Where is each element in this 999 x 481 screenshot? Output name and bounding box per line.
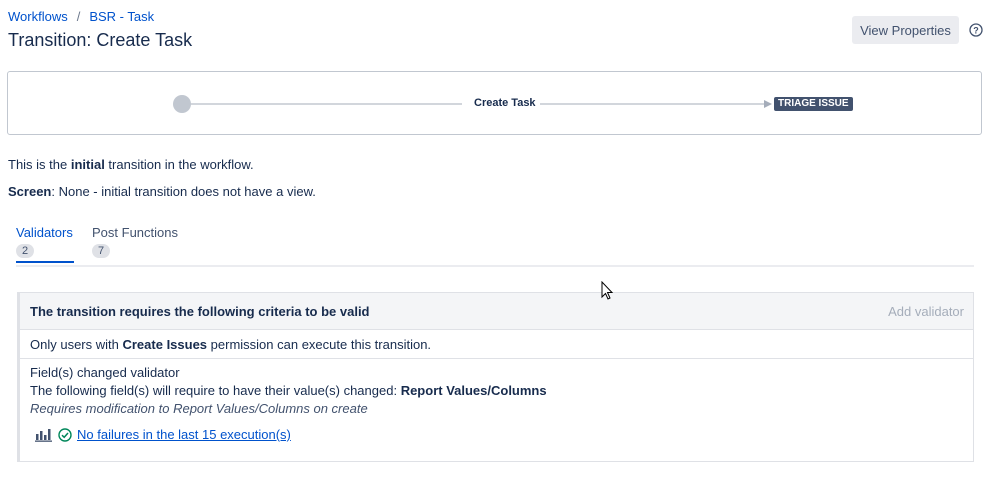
execution-status-link[interactable]: No failures in the last 15 execution(s) <box>77 427 291 442</box>
tab-validators-count: 2 <box>16 244 35 258</box>
tab-validators[interactable]: Validators 2 <box>16 225 74 263</box>
transition-arrow-head <box>764 100 772 108</box>
validator-row-field-changed: Field(s) changed validator The following… <box>20 359 973 461</box>
validator-note: Requires modification to Report Values/C… <box>30 401 368 416</box>
bar-chart-icon[interactable] <box>35 428 53 442</box>
initial-keyword: initial <box>70 157 105 172</box>
add-validator-button[interactable]: Add validator <box>888 304 964 319</box>
validators-panel-header: The transition requires the following cr… <box>20 293 973 330</box>
validators-panel: The transition requires the following cr… <box>17 292 974 462</box>
screen-info: Screen: None - initial transition does n… <box>8 184 316 199</box>
breadcrumb: Workflows / BSR - Task <box>8 9 154 24</box>
active-tab-indicator <box>16 261 74 263</box>
cursor-icon <box>601 281 614 300</box>
transition-tabs: Validators 2 Post Functions 7 <box>16 225 974 267</box>
initial-node <box>173 95 191 113</box>
validator-row-permission: Only users with Create Issues permission… <box>20 330 973 359</box>
tab-post-functions-label: Post Functions <box>92 225 178 240</box>
transition-diagram: Create Task TRIAGE ISSUE <box>7 71 982 135</box>
target-status-lozenge: TRIAGE ISSUE <box>774 97 853 111</box>
tab-post-functions[interactable]: Post Functions 7 <box>92 225 178 258</box>
permission-validator-text: Only users with Create Issues permission… <box>30 337 432 352</box>
initial-transition-info: This is the initial transition in the wo… <box>8 157 254 172</box>
execution-stats: No failures in the last 15 execution(s) <box>35 427 291 442</box>
validator-description: The following field(s) will require to h… <box>30 383 547 398</box>
screen-label: Screen <box>8 184 52 199</box>
transition-label: Create Task <box>474 97 536 109</box>
breadcrumb-separator: / <box>76 9 81 24</box>
validators-panel-heading: The transition requires the following cr… <box>30 304 370 319</box>
tab-post-functions-count: 7 <box>92 244 111 258</box>
svg-text:?: ? <box>973 26 979 36</box>
page-title: Transition: Create Task <box>8 30 193 50</box>
breadcrumb-workflow-link[interactable]: BSR - Task <box>89 9 154 24</box>
check-circle-icon <box>58 427 72 442</box>
breadcrumb-workflows-link[interactable]: Workflows <box>8 9 68 24</box>
view-properties-button[interactable]: View Properties <box>852 16 959 44</box>
tab-validators-label: Validators <box>16 225 73 240</box>
help-icon[interactable]: ? <box>969 23 983 37</box>
validator-name: Field(s) changed validator <box>30 365 180 380</box>
